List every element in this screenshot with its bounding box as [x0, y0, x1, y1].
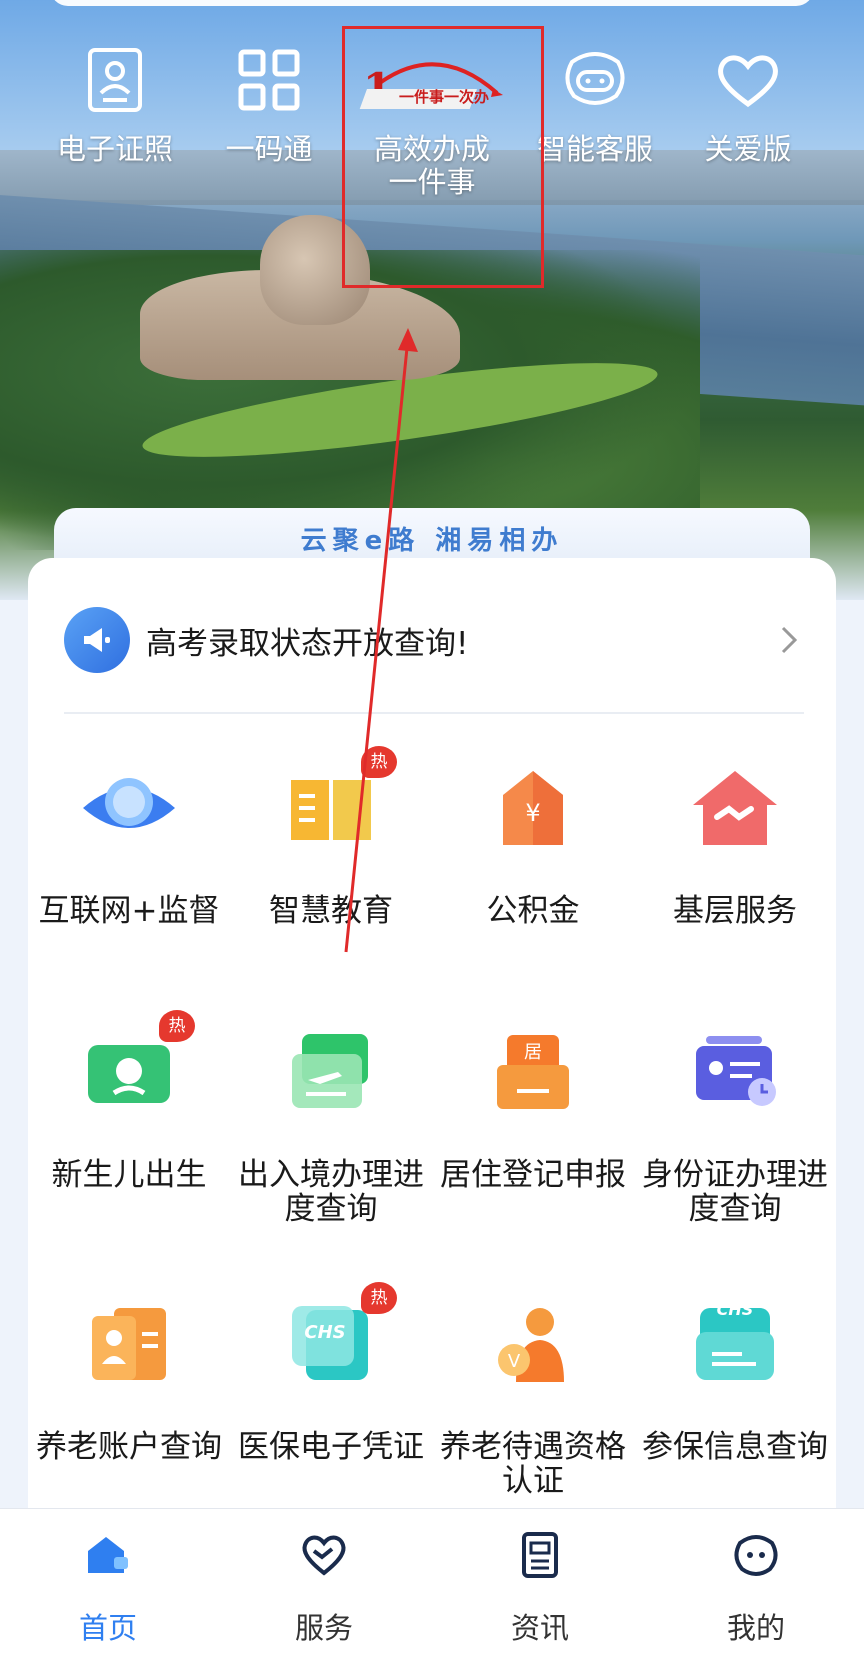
service-label: 基层服务 [673, 893, 797, 929]
id-card-clock-icon [675, 1012, 795, 1132]
yuan-house-icon: ¥ [473, 748, 593, 868]
annotation-highlight-box [342, 26, 544, 288]
service-item-residence-registration[interactable]: 居 居住登记申报 [432, 1012, 634, 1192]
residence-envelope-icon: 居 [473, 1012, 593, 1132]
qr-code-icon [234, 45, 304, 115]
quick-item-label: 一码通 [225, 132, 313, 166]
slogan-text: 云聚e路 湘易相办 [300, 525, 564, 556]
service-label: 公积金 [486, 893, 580, 929]
hot-badge: 热 [361, 746, 397, 778]
nav-item-service[interactable]: 服务 [216, 1529, 432, 1647]
chevron-right-icon [774, 625, 804, 655]
handshake-house-icon [675, 748, 795, 868]
service-label: 养老账户查询 [36, 1429, 222, 1465]
elderly-document-icon [69, 1284, 189, 1404]
service-label: 医保电子凭证 [238, 1429, 424, 1465]
service-item-exit-entry[interactable]: 出入境办理进度查询 [230, 1012, 432, 1226]
service-item-newborn[interactable]: 热 新生儿出生 [28, 1010, 230, 1193]
service-item-id-card-progress[interactable]: 身份证办理进度查询 [634, 1012, 836, 1226]
nav-item-profile[interactable]: 我的 [648, 1529, 864, 1647]
service-label: 居住登记申报 [440, 1157, 626, 1193]
eye-icon [69, 748, 189, 868]
elderly-person-icon: V [473, 1284, 593, 1404]
nav-label: 服务 [294, 1611, 353, 1645]
svg-text:¥: ¥ [525, 799, 540, 827]
notice-text: 高考录取状态开放查询! [146, 625, 469, 662]
id-card-icon [80, 45, 150, 115]
service-item-medical-insurance-voucher[interactable]: CHS 热 医保电子凭证 [230, 1282, 432, 1465]
home-icon [82, 1529, 134, 1581]
service-label: 互联网+监督 [38, 893, 220, 929]
services-card: 高考录取状态开放查询! 互联网+监督 热 智慧教育 ¥ 公积金 基层服务 热 新… [28, 558, 836, 1588]
quick-item-one-code[interactable]: 一码通 [194, 30, 344, 166]
nav-label: 资讯 [510, 1611, 569, 1645]
service-label: 养老待遇资格认证 [440, 1429, 626, 1499]
service-item-pension-account[interactable]: 养老账户查询 [28, 1284, 230, 1464]
hot-badge: 热 [159, 1010, 195, 1042]
megaphone-icon [64, 607, 130, 673]
quick-item-e-license[interactable]: 电子证照 [40, 30, 190, 166]
search-bar[interactable] [50, 0, 814, 6]
service-label: 新生儿出生 [51, 1157, 207, 1193]
plane-ticket-icon [271, 1012, 391, 1132]
service-item-housing-fund[interactable]: ¥ 公积金 [432, 748, 634, 928]
service-item-internet-supervision[interactable]: 互联网+监督 [28, 748, 230, 928]
chs-envelope-icon: CHS [675, 1284, 795, 1404]
quick-item-label: 关爱版 [704, 132, 792, 166]
service-label: 出入境办理进度查询 [238, 1157, 424, 1227]
hot-badge: 热 [361, 1282, 397, 1314]
service-label: 身份证办理进度查询 [642, 1157, 828, 1227]
nav-label: 我的 [726, 1611, 785, 1645]
service-label: 智慧教育 [269, 893, 393, 929]
nav-label: 首页 [78, 1611, 137, 1645]
heart-icon [713, 45, 783, 115]
chs-card-icon: CHS 热 [271, 1282, 397, 1404]
notice-bar[interactable]: 高考录取状态开放查询! [64, 606, 804, 674]
service-item-grassroots-service[interactable]: 基层服务 [634, 748, 836, 928]
quick-item-care-mode[interactable]: 关爱版 [673, 30, 823, 166]
svg-text:V: V [508, 1351, 521, 1372]
service-item-pension-qualification[interactable]: V 养老待遇资格认证 [432, 1284, 634, 1498]
service-label: 参保信息查询 [642, 1429, 828, 1465]
robot-face-icon [560, 45, 630, 115]
nav-item-news[interactable]: 资讯 [432, 1529, 648, 1647]
baby-icon: 热 [69, 1010, 195, 1132]
divider [64, 712, 804, 714]
service-heart-icon [298, 1529, 350, 1581]
service-item-smart-education[interactable]: 热 智慧教育 [230, 746, 432, 929]
news-document-icon [514, 1529, 566, 1581]
bottom-navigation: 首页 服务 资讯 我的 [0, 1508, 864, 1661]
open-book-icon: 热 [271, 746, 397, 868]
quick-item-label: 电子证照 [56, 132, 173, 166]
nav-item-home[interactable]: 首页 [0, 1529, 216, 1647]
service-item-insurance-info[interactable]: CHS 参保信息查询 [634, 1284, 836, 1464]
profile-face-icon [730, 1529, 782, 1581]
